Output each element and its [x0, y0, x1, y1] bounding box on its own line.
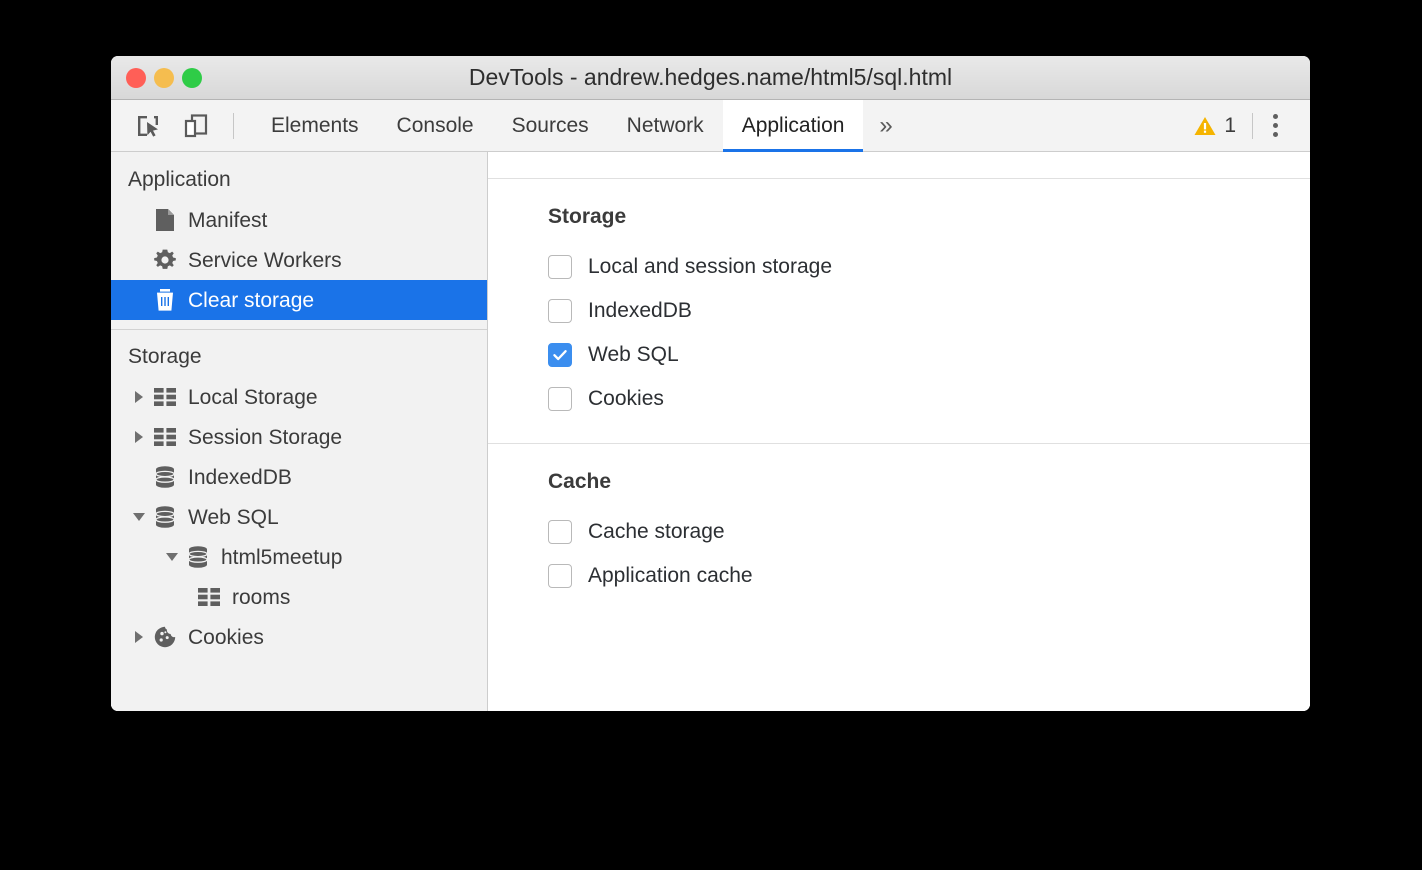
sidebar-item-html5meetup[interactable]: html5meetup	[111, 537, 487, 577]
database-icon	[150, 505, 180, 529]
toolbar-separator	[233, 113, 234, 139]
sidebar-item-cookies-label: Cookies	[188, 627, 264, 648]
cache-section-heading: Cache	[548, 470, 1310, 494]
checkbox-web-sql-label: Web SQL	[588, 343, 679, 367]
tab-network[interactable]: Network	[608, 100, 723, 151]
tab-elements[interactable]: Elements	[252, 100, 378, 151]
sidebar-section-storage-title: Storage	[111, 339, 487, 377]
menu-dot	[1273, 132, 1278, 137]
chevron-down-icon[interactable]	[161, 551, 183, 563]
sidebar-item-service-workers[interactable]: Service Workers	[111, 240, 487, 280]
minimize-window-button[interactable]	[154, 68, 174, 88]
menu-dot	[1273, 114, 1278, 119]
table-icon	[150, 427, 180, 447]
database-icon	[150, 465, 180, 489]
chevron-down-icon[interactable]	[128, 511, 150, 523]
tab-application[interactable]: Application	[723, 100, 864, 151]
toolbar-right-area: 1	[1181, 100, 1310, 151]
tab-sources[interactable]: Sources	[493, 100, 608, 151]
close-window-button[interactable]	[126, 68, 146, 88]
more-tabs-label: »	[879, 112, 892, 140]
application-sidebar: Application Manifest	[111, 152, 488, 711]
checkbox-row-local-and-session-storage[interactable]: Local and session storage	[548, 245, 1310, 289]
checkbox-local-and-session-storage[interactable]	[548, 255, 572, 279]
storage-section: Storage Local and session storage Indexe…	[488, 179, 1310, 444]
sidebar-item-session-storage[interactable]: Session Storage	[111, 417, 487, 457]
device-toolbar-icon[interactable]	[181, 111, 211, 141]
inspect-element-icon[interactable]	[133, 111, 163, 141]
sidebar-item-cookies[interactable]: Cookies	[111, 617, 487, 657]
checkbox-row-cookies[interactable]: Cookies	[548, 377, 1310, 421]
sidebar-item-rooms-label: rooms	[232, 587, 290, 608]
trash-icon	[150, 288, 180, 312]
window-titlebar: DevTools - andrew.hedges.name/html5/sql.…	[111, 56, 1310, 100]
storage-section-heading: Storage	[548, 205, 1310, 229]
warning-triangle-icon	[1193, 114, 1217, 138]
cookie-icon	[150, 625, 180, 649]
sidebar-item-local-storage[interactable]: Local Storage	[111, 377, 487, 417]
table-icon	[194, 587, 224, 607]
checkbox-local-and-session-storage-label: Local and session storage	[588, 255, 832, 279]
checkbox-indexeddb-label: IndexedDB	[588, 299, 692, 323]
traffic-light-buttons	[126, 56, 202, 100]
devtools-toolbar: Elements Console Sources Network Applica…	[111, 100, 1310, 152]
sidebar-divider	[111, 329, 487, 330]
sidebar-item-web-sql-label: Web SQL	[188, 507, 279, 528]
checkbox-row-indexeddb[interactable]: IndexedDB	[548, 289, 1310, 333]
window-title: DevTools - andrew.hedges.name/html5/sql.…	[469, 64, 952, 91]
panel-tabs: Elements Console Sources Network Applica…	[252, 100, 909, 151]
sidebar-section-application-title: Application	[111, 162, 487, 200]
sidebar-item-html5meetup-label: html5meetup	[221, 547, 342, 568]
sidebar-item-indexeddb[interactable]: IndexedDB	[111, 457, 487, 497]
menu-dot	[1273, 123, 1278, 128]
sidebar-item-manifest-label: Manifest	[188, 210, 267, 231]
overflow-menu-icon[interactable]	[1257, 114, 1294, 137]
sidebar-item-indexeddb-label: IndexedDB	[188, 467, 292, 488]
tab-console[interactable]: Console	[378, 100, 493, 151]
chevron-right-icon[interactable]	[128, 430, 150, 444]
chevron-right-icon[interactable]	[128, 630, 150, 644]
more-tabs-chevron-icon[interactable]: »	[863, 100, 908, 151]
checkbox-cookies-label: Cookies	[588, 387, 664, 411]
sidebar-item-session-storage-label: Session Storage	[188, 427, 342, 448]
warning-indicator[interactable]: 1	[1181, 114, 1248, 138]
checkbox-row-application-cache[interactable]: Application cache	[548, 554, 1310, 598]
manifest-document-icon	[150, 208, 180, 232]
sidebar-item-clear-storage-label: Clear storage	[188, 290, 314, 311]
checkbox-cookies[interactable]	[548, 387, 572, 411]
checkbox-row-cache-storage[interactable]: Cache storage	[548, 510, 1310, 554]
checkbox-application-cache[interactable]	[548, 564, 572, 588]
checkbox-application-cache-label: Application cache	[588, 564, 753, 588]
checkbox-row-web-sql[interactable]: Web SQL	[548, 333, 1310, 377]
tab-network-label: Network	[627, 114, 704, 138]
devtools-window: DevTools - andrew.hedges.name/html5/sql.…	[111, 56, 1310, 711]
sidebar-item-local-storage-label: Local Storage	[188, 387, 318, 408]
database-icon	[183, 545, 213, 569]
checkbox-cache-storage[interactable]	[548, 520, 572, 544]
checkbox-indexeddb[interactable]	[548, 299, 572, 323]
gear-icon	[150, 248, 180, 272]
clear-storage-panel: Storage Local and session storage Indexe…	[488, 152, 1310, 711]
chevron-right-icon[interactable]	[128, 390, 150, 404]
checkbox-web-sql[interactable]	[548, 343, 572, 367]
toolbar-separator-right	[1252, 113, 1253, 139]
panel-toolbar	[488, 152, 1310, 179]
warning-count: 1	[1224, 114, 1236, 138]
sidebar-item-rooms[interactable]: rooms	[111, 577, 487, 617]
sidebar-item-service-workers-label: Service Workers	[188, 250, 342, 271]
tab-elements-label: Elements	[271, 114, 359, 138]
tab-application-label: Application	[742, 114, 845, 138]
toolbar-left-icons	[111, 100, 238, 151]
maximize-window-button[interactable]	[182, 68, 202, 88]
cache-section: Cache Cache storage Application cache	[488, 444, 1310, 620]
sidebar-item-manifest[interactable]: Manifest	[111, 200, 487, 240]
sidebar-item-clear-storage[interactable]: Clear storage	[111, 280, 487, 320]
checkmark-icon	[551, 346, 569, 364]
checkbox-cache-storage-label: Cache storage	[588, 520, 725, 544]
tab-console-label: Console	[397, 114, 474, 138]
table-icon	[150, 387, 180, 407]
devtools-body: Application Manifest	[111, 152, 1310, 711]
tab-sources-label: Sources	[512, 114, 589, 138]
sidebar-item-web-sql[interactable]: Web SQL	[111, 497, 487, 537]
